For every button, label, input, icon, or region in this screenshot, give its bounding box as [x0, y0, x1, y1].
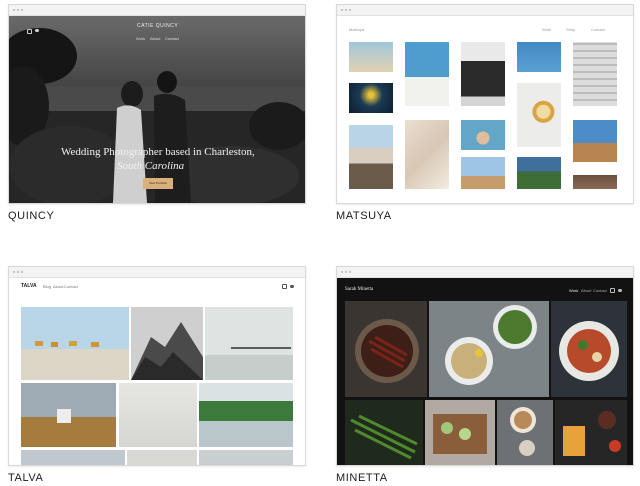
- nav-item-shop[interactable]: Shop: [566, 27, 575, 32]
- nav-item-about[interactable]: About: [581, 288, 591, 293]
- nav-item-contact[interactable]: Contact: [64, 284, 78, 289]
- theme-name-minetta[interactable]: MINETTA: [336, 472, 388, 484]
- nav-item-work[interactable]: Work: [542, 27, 551, 32]
- site-title: CATIE QUINCY: [137, 23, 179, 29]
- gallery-photo: [405, 42, 449, 106]
- browser-chrome: [9, 5, 305, 16]
- gallery-photo: [199, 383, 293, 447]
- gallery-photo: [131, 307, 203, 380]
- gallery-photo: [573, 120, 617, 162]
- site-title: Matsuya: [349, 27, 365, 32]
- gallery-photo: [349, 83, 393, 113]
- hero-photo: [9, 16, 305, 203]
- gallery-photo: [21, 383, 116, 447]
- gallery-photo: [573, 42, 617, 106]
- gallery-photo: [551, 301, 627, 397]
- view-portfolio-button[interactable]: View Portfolio: [143, 178, 173, 189]
- nav-item-work[interactable]: Work: [569, 288, 578, 293]
- gallery-photo: [199, 450, 293, 465]
- gallery-photo: [497, 400, 553, 465]
- gallery-photo: [461, 120, 505, 150]
- theme-card-quincy[interactable]: CATIE QUINCY Work About Contact Wedding …: [0, 0, 320, 240]
- hero-headline-line1: Wedding Photographer based in Charleston…: [61, 146, 255, 158]
- theme-name-quincy[interactable]: QUINCY: [8, 210, 54, 222]
- theme-card-minetta[interactable]: Sarah Minetta Work About Contact MINETTA: [320, 240, 640, 486]
- gallery-photo: [461, 42, 505, 106]
- gallery-photo: [517, 42, 561, 72]
- theme-card-matsuya[interactable]: Matsuya Work Shop Contact MATSUYA: [320, 0, 640, 240]
- theme-card-talva[interactable]: TALVA Blog About Contact TALVA: [0, 240, 320, 486]
- twitter-icon[interactable]: [35, 29, 39, 32]
- browser-chrome: [337, 267, 633, 278]
- hero-headline-line2: South Carolina: [117, 160, 185, 172]
- gallery-photo: [349, 125, 393, 189]
- gallery-photo: [405, 120, 449, 189]
- browser-chrome: [9, 267, 305, 278]
- gallery-photo: [119, 383, 197, 447]
- nav-item-work[interactable]: Work: [136, 36, 145, 41]
- theme-preview-matsuya[interactable]: Matsuya Work Shop Contact: [336, 4, 634, 204]
- gallery-photo: [425, 400, 495, 465]
- site-title: TALVA: [21, 283, 37, 289]
- nav-item-about[interactable]: About: [150, 36, 160, 41]
- gallery-photo: [127, 450, 197, 465]
- twitter-icon[interactable]: [618, 289, 622, 292]
- gallery-photo: [21, 307, 129, 380]
- gallery-photo: [205, 307, 293, 380]
- gallery-photo: [517, 157, 561, 189]
- nav-item-contact[interactable]: Contact: [165, 36, 179, 41]
- instagram-icon[interactable]: [27, 29, 32, 34]
- browser-chrome: [337, 5, 633, 16]
- theme-preview-quincy[interactable]: CATIE QUINCY Work About Contact Wedding …: [8, 4, 306, 204]
- theme-preview-minetta[interactable]: Sarah Minetta Work About Contact: [336, 266, 634, 466]
- gallery-photo: [429, 301, 549, 397]
- nav-item-contact[interactable]: Contact: [593, 288, 607, 293]
- twitter-icon[interactable]: [290, 285, 294, 288]
- nav-item-contact[interactable]: Contact: [591, 27, 605, 32]
- gallery-photo: [345, 400, 423, 465]
- instagram-icon[interactable]: [282, 284, 287, 289]
- theme-preview-talva[interactable]: TALVA Blog About Contact: [8, 266, 306, 466]
- gallery-photo: [573, 175, 617, 189]
- gallery-photo: [517, 83, 561, 147]
- gallery-photo: [555, 400, 627, 465]
- theme-name-talva[interactable]: TALVA: [8, 472, 43, 484]
- gallery-photo: [349, 42, 393, 72]
- gallery-photo: [345, 301, 427, 397]
- gallery-photo: [21, 450, 125, 465]
- theme-name-matsuya[interactable]: MATSUYA: [336, 210, 392, 222]
- site-title: Sarah Minetta: [345, 287, 374, 292]
- nav-item-about[interactable]: About: [53, 284, 63, 289]
- gallery-photo: [461, 157, 505, 189]
- instagram-icon[interactable]: [610, 288, 615, 293]
- nav-item-blog[interactable]: Blog: [43, 284, 51, 289]
